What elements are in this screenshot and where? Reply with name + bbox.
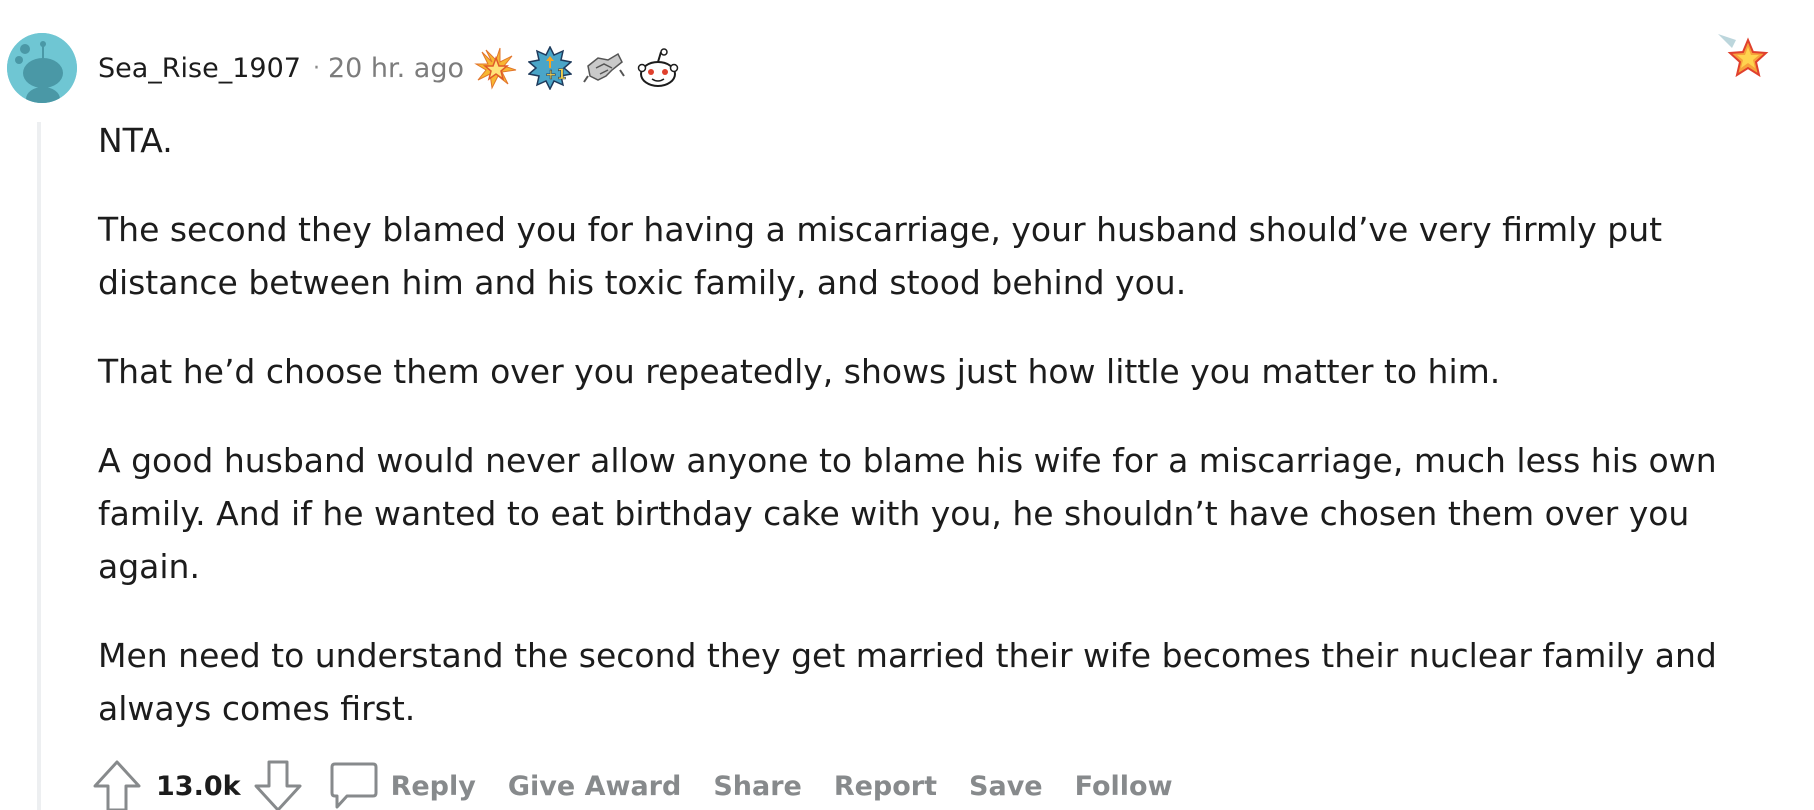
vote-score: 13.0k (156, 770, 241, 802)
comment-paragraph: The second they blamed you for having a … (98, 210, 1663, 302)
comment-header: Sea_Rise_1907 · 20 hr. ago +1 (98, 44, 680, 92)
give-award-button[interactable]: Give Award (508, 771, 681, 802)
reply-button[interactable]: Reply (391, 771, 476, 802)
timestamp[interactable]: 20 hr. ago (328, 53, 464, 84)
comment-paragraph: A good husband would never allow anyone … (98, 441, 1717, 586)
follow-button[interactable]: Follow (1075, 771, 1173, 802)
report-button[interactable]: Report (834, 771, 937, 802)
awards-list[interactable]: +1 (474, 46, 680, 90)
svg-text:+1: +1 (545, 67, 566, 83)
comment-paragraph: NTA. (98, 121, 173, 160)
save-button[interactable]: Save (969, 771, 1043, 802)
downvote-arrow-icon[interactable] (253, 759, 303, 810)
snoo-eyes-award-icon (637, 48, 679, 87)
share-button[interactable]: Share (713, 771, 802, 802)
comment: Sea_Rise_1907 · 20 hr. ago +1 NTA. The s… (0, 0, 1814, 810)
take-my-upvote-award-icon: +1 (528, 46, 572, 90)
star-award-icon[interactable] (1716, 32, 1770, 86)
comment-action-bar: 13.0k Reply Give Award Share Report Save… (92, 756, 1205, 810)
handshake-award-icon (583, 52, 625, 83)
comment-paragraph: Men need to understand the second they g… (98, 636, 1717, 728)
thread-line[interactable] (37, 122, 41, 810)
snoo-avatar-icon (7, 33, 77, 103)
avatar[interactable] (7, 33, 77, 103)
comment-paragraph: That he’d choose them over you repeatedl… (98, 352, 1501, 391)
meta-separator: · (312, 55, 320, 81)
upvote-arrow-icon[interactable] (92, 759, 142, 810)
author-name[interactable]: Sea_Rise_1907 (98, 53, 301, 84)
reply-bubble-icon[interactable] (329, 760, 379, 810)
comment-body: NTA. The second they blamed you for havi… (98, 114, 1778, 771)
star-burst-award-icon (474, 47, 517, 90)
